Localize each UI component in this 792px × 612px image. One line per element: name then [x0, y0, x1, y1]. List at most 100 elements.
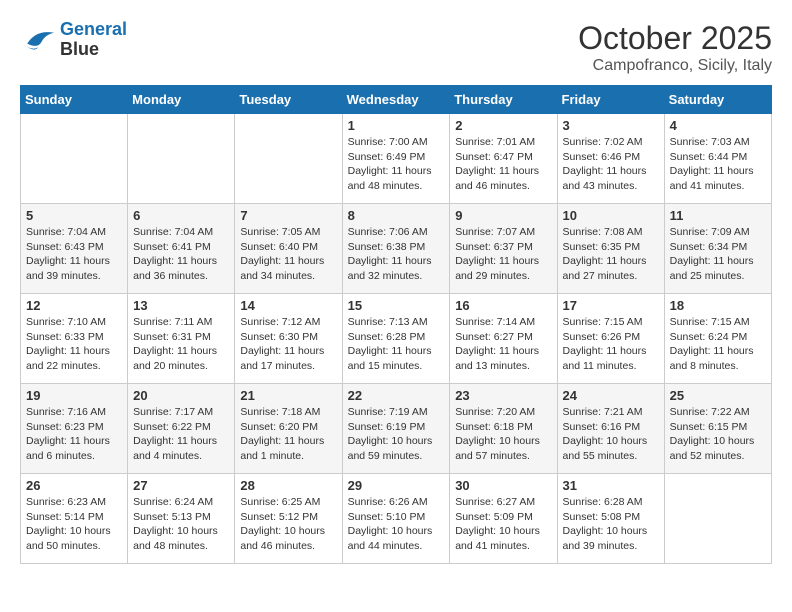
day-number: 12 — [26, 298, 122, 313]
day-number: 21 — [240, 388, 336, 403]
day-number: 15 — [348, 298, 445, 313]
day-info: Sunrise: 7:04 AM Sunset: 6:41 PM Dayligh… — [133, 225, 229, 284]
day-info: Sunrise: 7:10 AM Sunset: 6:33 PM Dayligh… — [26, 315, 122, 374]
calendar-cell: 12 Sunrise: 7:10 AM Sunset: 6:33 PM Dayli… — [21, 294, 128, 384]
day-info: Sunrise: 7:06 AM Sunset: 6:38 PM Dayligh… — [348, 225, 445, 284]
day-number: 1 — [348, 118, 445, 133]
day-number: 6 — [133, 208, 229, 223]
logo-bird-icon — [20, 25, 56, 55]
day-number: 17 — [563, 298, 659, 313]
day-number: 25 — [670, 388, 766, 403]
calendar-cell: 8 Sunrise: 7:06 AM Sunset: 6:38 PM Daylig… — [342, 204, 450, 294]
weekday-header-row: SundayMondayTuesdayWednesdayThursdayFrid… — [21, 86, 772, 114]
day-number: 11 — [670, 208, 766, 223]
day-info: Sunrise: 7:07 AM Sunset: 6:37 PM Dayligh… — [455, 225, 551, 284]
weekday-header-sunday: Sunday — [21, 86, 128, 114]
day-info: Sunrise: 7:08 AM Sunset: 6:35 PM Dayligh… — [563, 225, 659, 284]
calendar-cell: 19Sunrise: 7:16 AM Sunset: 6:23 PM Dayli… — [21, 384, 128, 474]
day-info: Sunrise: 6:24 AM Sunset: 5:13 PM Dayligh… — [133, 495, 229, 554]
day-number: 31 — [563, 478, 659, 493]
calendar-cell: 17 Sunrise: 7:15 AM Sunset: 6:26 PM Dayli… — [557, 294, 664, 384]
day-info: Sunrise: 7:11 AM Sunset: 6:31 PM Dayligh… — [133, 315, 229, 374]
calendar-cell: 16 Sunrise: 7:14 AM Sunset: 6:27 PM Dayli… — [450, 294, 557, 384]
day-info: Sunrise: 7:12 AM Sunset: 6:30 PM Dayligh… — [240, 315, 336, 374]
calendar-cell: 7Sunrise: 7:05 AM Sunset: 6:40 PM Daylig… — [235, 204, 342, 294]
day-info: Sunrise: 6:25 AM Sunset: 5:12 PM Dayligh… — [240, 495, 336, 554]
calendar-cell: 11 Sunrise: 7:09 AM Sunset: 6:34 PM Dayli… — [664, 204, 771, 294]
day-number: 8 — [348, 208, 445, 223]
weekday-header-friday: Friday — [557, 86, 664, 114]
day-info: Sunrise: 7:04 AM Sunset: 6:43 PM Dayligh… — [26, 225, 122, 284]
day-number: 14 — [240, 298, 336, 313]
day-number: 22 — [348, 388, 445, 403]
day-number: 7 — [240, 208, 336, 223]
calendar-cell: 18 Sunrise: 7:15 AM Sunset: 6:24 PM Dayli… — [664, 294, 771, 384]
day-number: 4 — [670, 118, 766, 133]
day-info: Sunrise: 7:20 AM Sunset: 6:18 PM Dayligh… — [455, 405, 551, 464]
day-number: 18 — [670, 298, 766, 313]
calendar-cell: 6 Sunrise: 7:04 AM Sunset: 6:41 PM Daylig… — [128, 204, 235, 294]
location: Campofranco, Sicily, Italy — [578, 57, 772, 75]
day-info: Sunrise: 7:02 AM Sunset: 6:46 PM Dayligh… — [563, 135, 659, 194]
day-info: Sunrise: 7:09 AM Sunset: 6:34 PM Dayligh… — [670, 225, 766, 284]
calendar-cell: 20Sunrise: 7:17 AM Sunset: 6:22 PM Dayli… — [128, 384, 235, 474]
calendar-cell: 10Sunrise: 7:08 AM Sunset: 6:35 PM Dayli… — [557, 204, 664, 294]
calendar-cell — [235, 114, 342, 204]
calendar-cell: 13 Sunrise: 7:11 AM Sunset: 6:31 PM Dayli… — [128, 294, 235, 384]
day-number: 29 — [348, 478, 445, 493]
calendar-cell: 26Sunrise: 6:23 AM Sunset: 5:14 PM Dayli… — [21, 474, 128, 564]
calendar-cell: 1 Sunrise: 7:00 AM Sunset: 6:49 PM Daylig… — [342, 114, 450, 204]
title-block: October 2025 Campofranco, Sicily, Italy — [578, 20, 772, 75]
calendar-cell: 15 Sunrise: 7:13 AM Sunset: 6:28 PM Dayli… — [342, 294, 450, 384]
calendar-cell: 24 Sunrise: 7:21 AM Sunset: 6:16 PM Dayli… — [557, 384, 664, 474]
logo-line2: Blue — [60, 40, 127, 60]
calendar-cell — [21, 114, 128, 204]
day-info: Sunrise: 7:15 AM Sunset: 6:26 PM Dayligh… — [563, 315, 659, 374]
day-info: Sunrise: 7:14 AM Sunset: 6:27 PM Dayligh… — [455, 315, 551, 374]
day-info: Sunrise: 6:28 AM Sunset: 5:08 PM Dayligh… — [563, 495, 659, 554]
calendar-cell: 29Sunrise: 6:26 AM Sunset: 5:10 PM Dayli… — [342, 474, 450, 564]
day-number: 5 — [26, 208, 122, 223]
calendar-cell: 9Sunrise: 7:07 AM Sunset: 6:37 PM Daylig… — [450, 204, 557, 294]
day-number: 16 — [455, 298, 551, 313]
day-info: Sunrise: 7:17 AM Sunset: 6:22 PM Dayligh… — [133, 405, 229, 464]
calendar-cell: 30Sunrise: 6:27 AM Sunset: 5:09 PM Dayli… — [450, 474, 557, 564]
weekday-header-wednesday: Wednesday — [342, 86, 450, 114]
day-info: Sunrise: 7:22 AM Sunset: 6:15 PM Dayligh… — [670, 405, 766, 464]
week-row-2: 5 Sunrise: 7:04 AM Sunset: 6:43 PM Daylig… — [21, 204, 772, 294]
calendar-cell — [128, 114, 235, 204]
day-number: 13 — [133, 298, 229, 313]
week-row-1: 1 Sunrise: 7:00 AM Sunset: 6:49 PM Daylig… — [21, 114, 772, 204]
day-number: 30 — [455, 478, 551, 493]
day-number: 19 — [26, 388, 122, 403]
day-number: 3 — [563, 118, 659, 133]
week-row-4: 19Sunrise: 7:16 AM Sunset: 6:23 PM Dayli… — [21, 384, 772, 474]
calendar-cell: 22 Sunrise: 7:19 AM Sunset: 6:19 PM Dayli… — [342, 384, 450, 474]
calendar-cell: 2 Sunrise: 7:01 AM Sunset: 6:47 PM Daylig… — [450, 114, 557, 204]
day-number: 28 — [240, 478, 336, 493]
calendar-cell: 14 Sunrise: 7:12 AM Sunset: 6:30 PM Dayli… — [235, 294, 342, 384]
calendar-cell: 25 Sunrise: 7:22 AM Sunset: 6:15 PM Dayli… — [664, 384, 771, 474]
logo-text: General Blue — [60, 20, 127, 60]
week-row-5: 26Sunrise: 6:23 AM Sunset: 5:14 PM Dayli… — [21, 474, 772, 564]
weekday-header-tuesday: Tuesday — [235, 86, 342, 114]
calendar-cell — [664, 474, 771, 564]
calendar-cell: 4 Sunrise: 7:03 AM Sunset: 6:44 PM Daylig… — [664, 114, 771, 204]
calendar-cell: 3 Sunrise: 7:02 AM Sunset: 6:46 PM Daylig… — [557, 114, 664, 204]
day-number: 2 — [455, 118, 551, 133]
day-number: 24 — [563, 388, 659, 403]
day-info: Sunrise: 7:19 AM Sunset: 6:19 PM Dayligh… — [348, 405, 445, 464]
weekday-header-monday: Monday — [128, 86, 235, 114]
day-info: Sunrise: 7:15 AM Sunset: 6:24 PM Dayligh… — [670, 315, 766, 374]
day-info: Sunrise: 7:03 AM Sunset: 6:44 PM Dayligh… — [670, 135, 766, 194]
page-header: General Blue October 2025 Campofranco, S… — [20, 20, 772, 75]
calendar-cell: 28 Sunrise: 6:25 AM Sunset: 5:12 PM Dayli… — [235, 474, 342, 564]
calendar-cell: 31 Sunrise: 6:28 AM Sunset: 5:08 PM Dayli… — [557, 474, 664, 564]
calendar-cell: 23Sunrise: 7:20 AM Sunset: 6:18 PM Dayli… — [450, 384, 557, 474]
weekday-header-thursday: Thursday — [450, 86, 557, 114]
day-info: Sunrise: 7:13 AM Sunset: 6:28 PM Dayligh… — [348, 315, 445, 374]
day-info: Sunrise: 7:00 AM Sunset: 6:49 PM Dayligh… — [348, 135, 445, 194]
day-info: Sunrise: 7:01 AM Sunset: 6:47 PM Dayligh… — [455, 135, 551, 194]
day-info: Sunrise: 7:21 AM Sunset: 6:16 PM Dayligh… — [563, 405, 659, 464]
day-number: 27 — [133, 478, 229, 493]
